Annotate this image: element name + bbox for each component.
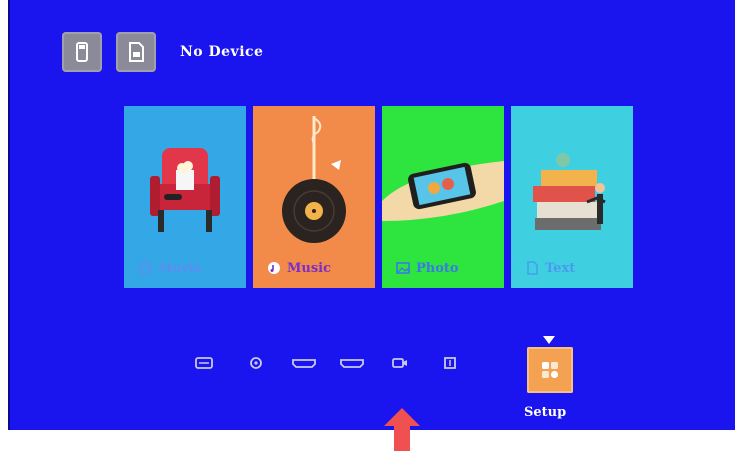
card-source-icon[interactable] [195,357,213,369]
phone-photo-illustration [382,161,504,221]
tile-text-label: Text [545,260,576,276]
selection-caret-icon [543,336,555,344]
tile-movie-label: Movie [158,260,202,276]
device-status-text: No Device [180,44,264,60]
sd-card-icon[interactable] [116,32,156,72]
camera-source-icon[interactable] [392,357,408,369]
tile-photo-label: Photo [416,260,459,276]
cinema-seat-illustration [150,148,220,232]
vinyl-record-illustration [282,116,346,243]
film-reel-icon [138,261,152,275]
tile-movie[interactable]: Movie [124,106,246,288]
disc-source-icon[interactable] [248,357,264,369]
hdmi-2-source-icon[interactable] [340,357,364,369]
books-illustration [533,153,606,230]
tile-text[interactable]: Text [511,106,633,288]
document-icon [527,261,538,275]
tile-music[interactable]: Music [253,106,375,288]
setup-button[interactable] [527,347,573,393]
red-up-arrow-icon [384,408,420,451]
music-note-icon [268,262,280,274]
hdmi-1-source-icon[interactable] [292,357,316,369]
tile-music-label: Music [287,260,332,276]
setup-label: Setup [524,405,567,420]
image-icon [396,262,410,274]
settings-grid-icon [542,362,559,379]
usb-drive-icon[interactable] [62,32,102,72]
display-source-icon[interactable] [443,357,457,369]
tile-photo[interactable]: Photo [382,106,504,288]
